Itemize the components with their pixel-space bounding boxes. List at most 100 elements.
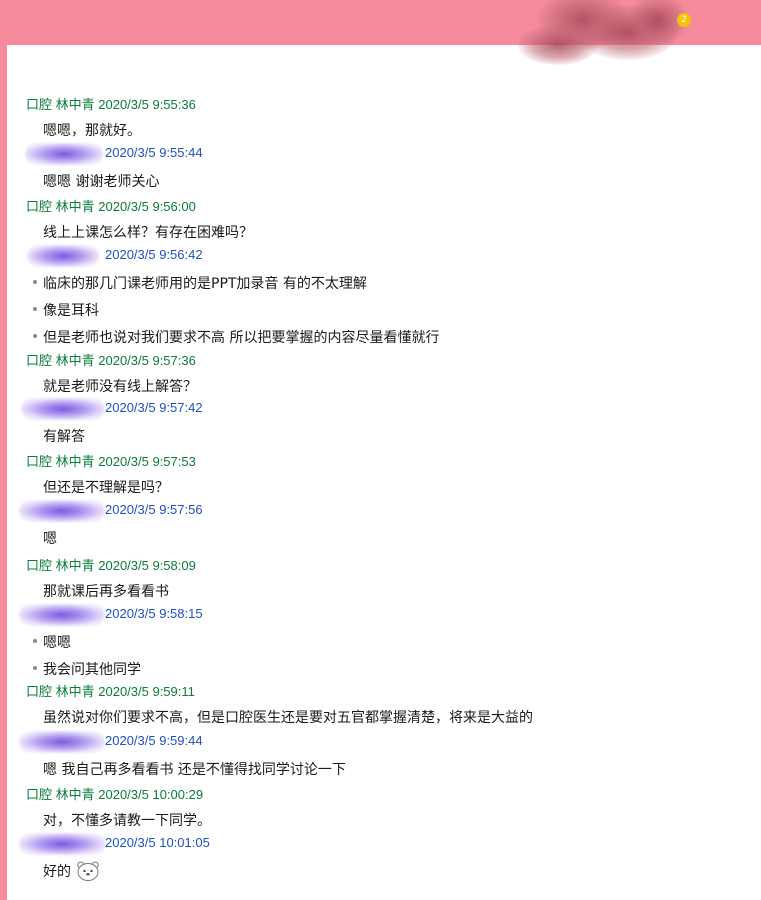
message-time: 2020/3/5 9:55:36	[98, 97, 196, 112]
bullet-dot	[33, 639, 37, 643]
header-decoration	[518, 0, 688, 68]
message-text: 对，不懂多请教一下同学。	[43, 810, 211, 830]
bullet-dot	[33, 280, 37, 284]
message-text-content: 就是老师没有线上解答？	[43, 379, 197, 395]
sender-and-time: 2020/3/5 10:01:05	[105, 835, 210, 850]
sender-and-time: 2020/3/5 9:57:42	[105, 400, 203, 415]
redacted-sender-name	[21, 398, 105, 420]
message-text-line: 线上上课怎么样？有存在困难吗？	[7, 217, 761, 243]
message-time: 2020/3/5 9:57:42	[105, 400, 203, 415]
sender-and-time: 2020/3/5 9:56:42	[105, 247, 203, 262]
sender-and-time: 2020/3/5 9:58:15	[105, 606, 203, 621]
message-header: 口腔 林中青 2020/3/5 9:56:00	[7, 192, 761, 218]
message-text-line: 嗯嗯，那就好。	[7, 115, 761, 141]
message-text: 像是耳科	[43, 300, 99, 320]
message-text-content: 对，不懂多请教一下同学。	[43, 813, 211, 829]
message-text-line: 有解答	[7, 421, 761, 447]
message-text: 我会问其他同学	[43, 659, 141, 679]
message-time: 2020/3/5 9:56:42	[105, 247, 203, 262]
message-time: 2020/3/5 9:57:53	[98, 454, 196, 469]
message-text: 嗯嗯，那就好。	[43, 120, 141, 140]
message-text: 那就课后再多看看书	[43, 581, 169, 601]
message-text-line: 嗯嗯 谢谢老师关心	[7, 166, 761, 192]
message-text-content: 线上上课怎么样？有存在困难吗？	[43, 225, 253, 241]
redacted-sender-name	[19, 500, 105, 522]
message-text-content: 但还是不理解是吗？	[43, 480, 169, 496]
message-header: 口腔 林中青 2020/3/5 10:00:29	[7, 780, 761, 806]
message-text-content: 嗯 我自己再多看看书 还是不懂得找同学讨论一下	[43, 762, 346, 778]
sender-name: 口腔 林中青	[26, 787, 95, 802]
sender-and-time: 口腔 林中青 2020/3/5 9:59:11	[26, 681, 195, 700]
redacted-sender-name	[19, 604, 105, 626]
sender-and-time: 2020/3/5 9:55:44	[105, 145, 203, 160]
bullet-dot	[33, 334, 37, 338]
sender-name: 口腔 林中青	[26, 684, 95, 699]
sender-name: 口腔 林中青	[26, 558, 95, 573]
sender-and-time: 2020/3/5 9:57:56	[105, 502, 203, 517]
message-text: 好的	[43, 861, 101, 883]
message-time: 2020/3/5 9:56:00	[98, 199, 196, 214]
message-text-line: 就是老师没有线上解答？	[7, 371, 761, 397]
message-text-content: 我会问其他同学	[43, 662, 141, 678]
message-header: 2020/3/5 9:57:56	[7, 498, 761, 524]
message-text: 线上上课怎么样？有存在困难吗？	[43, 222, 253, 242]
message-text-content: 有解答	[43, 429, 85, 445]
redacted-sender-name	[19, 731, 105, 753]
sender-name: 口腔 林中青	[26, 353, 95, 368]
message-header: 口腔 林中青 2020/3/5 9:55:36	[7, 90, 761, 116]
message-text-line: 对，不懂多请教一下同学。	[7, 805, 761, 831]
bullet-dot	[33, 666, 37, 670]
message-time: 2020/3/5 9:58:15	[105, 606, 203, 621]
message-text: 但还是不理解是吗？	[43, 477, 169, 497]
message-text-content: 临床的那几门课老师用的是PPT加录音 有的不太理解	[43, 276, 367, 292]
message-text-content: 但是老师也说对我们要求不高 所以把要掌握的内容尽量看懂就行	[43, 330, 440, 346]
sender-and-time: 口腔 林中青 2020/3/5 9:57:53	[26, 451, 196, 470]
sender-and-time: 口腔 林中青 2020/3/5 10:00:29	[26, 784, 203, 803]
message-text: 嗯 我自己再多看看书 还是不懂得找同学讨论一下	[43, 759, 346, 779]
sender-and-time: 口腔 林中青 2020/3/5 9:55:36	[26, 94, 196, 113]
chat-history[interactable]: 口腔 林中青 2020/3/5 9:55:36 嗯嗯，那就好。 2020/3/5 9…	[7, 45, 761, 900]
message-header: 2020/3/5 9:55:44	[7, 141, 761, 167]
sender-name: 口腔 林中青	[26, 97, 95, 112]
message-time: 2020/3/5 9:58:09	[98, 558, 196, 573]
sender-and-time: 口腔 林中青 2020/3/5 9:58:09	[26, 555, 196, 574]
message-text-content: 那就课后再多看看书	[43, 584, 169, 600]
sender-and-time: 口腔 林中青 2020/3/5 9:57:36	[26, 350, 196, 369]
redacted-sender-name	[25, 143, 103, 165]
message-time: 2020/3/5 9:57:36	[98, 353, 196, 368]
message-text: 虽然说对你们要求不高，但是口腔医生还是要对五官都掌握清楚，将来是大益的	[43, 707, 533, 727]
message-text-line: 临床的那几门课老师用的是PPT加录音 有的不太理解	[7, 268, 761, 294]
message-text-line: 像是耳科	[7, 295, 761, 321]
message-text: 嗯	[43, 528, 57, 548]
redacted-sender-name	[27, 245, 99, 267]
notification-badge[interactable]: 2	[677, 13, 691, 27]
message-text-content: 好的	[43, 864, 71, 880]
message-time: 2020/3/5 9:55:44	[105, 145, 203, 160]
message-text-line: 嗯嗯	[7, 627, 761, 653]
message-time: 2020/3/5 9:57:56	[105, 502, 203, 517]
message-text: 嗯嗯	[43, 632, 71, 652]
message-text: 嗯嗯 谢谢老师关心	[43, 171, 159, 191]
message-text-line: 嗯 我自己再多看看书 还是不懂得找同学讨论一下	[7, 754, 761, 780]
message-text-content: 嗯	[43, 531, 57, 547]
message-text-content: 嗯嗯，那就好。	[43, 123, 141, 139]
message-text-line: 虽然说对你们要求不高，但是口腔医生还是要对五官都掌握清楚，将来是大益的	[7, 702, 761, 728]
message-text-line: 但还是不理解是吗？	[7, 472, 761, 498]
message-text: 有解答	[43, 426, 85, 446]
message-header: 口腔 林中青 2020/3/5 9:57:53	[7, 447, 761, 473]
message-text-content: 虽然说对你们要求不高，但是口腔医生还是要对五官都掌握清楚，将来是大益的	[43, 710, 533, 726]
bullet-dot	[33, 307, 37, 311]
message-header: 2020/3/5 9:56:42	[7, 243, 761, 269]
message-text: 但是老师也说对我们要求不高 所以把要掌握的内容尽量看懂就行	[43, 327, 439, 347]
message-time: 2020/3/5 10:01:05	[105, 835, 210, 850]
message-time: 2020/3/5 9:59:11	[98, 684, 195, 699]
message-text-line: 但是老师也说对我们要求不高 所以把要掌握的内容尽量看懂就行	[7, 322, 761, 348]
message-header: 2020/3/5 10:01:05	[7, 831, 761, 857]
sender-name: 口腔 林中青	[26, 454, 95, 469]
message-time: 2020/3/5 9:59:44	[105, 733, 203, 748]
message-text-content: 嗯嗯 谢谢老师关心	[43, 174, 160, 190]
message-header: 2020/3/5 9:57:42	[7, 396, 761, 422]
message-text: 就是老师没有线上解答？	[43, 376, 197, 396]
message-text-line: 嗯	[7, 523, 761, 549]
message-text-line: 好的	[7, 856, 761, 882]
